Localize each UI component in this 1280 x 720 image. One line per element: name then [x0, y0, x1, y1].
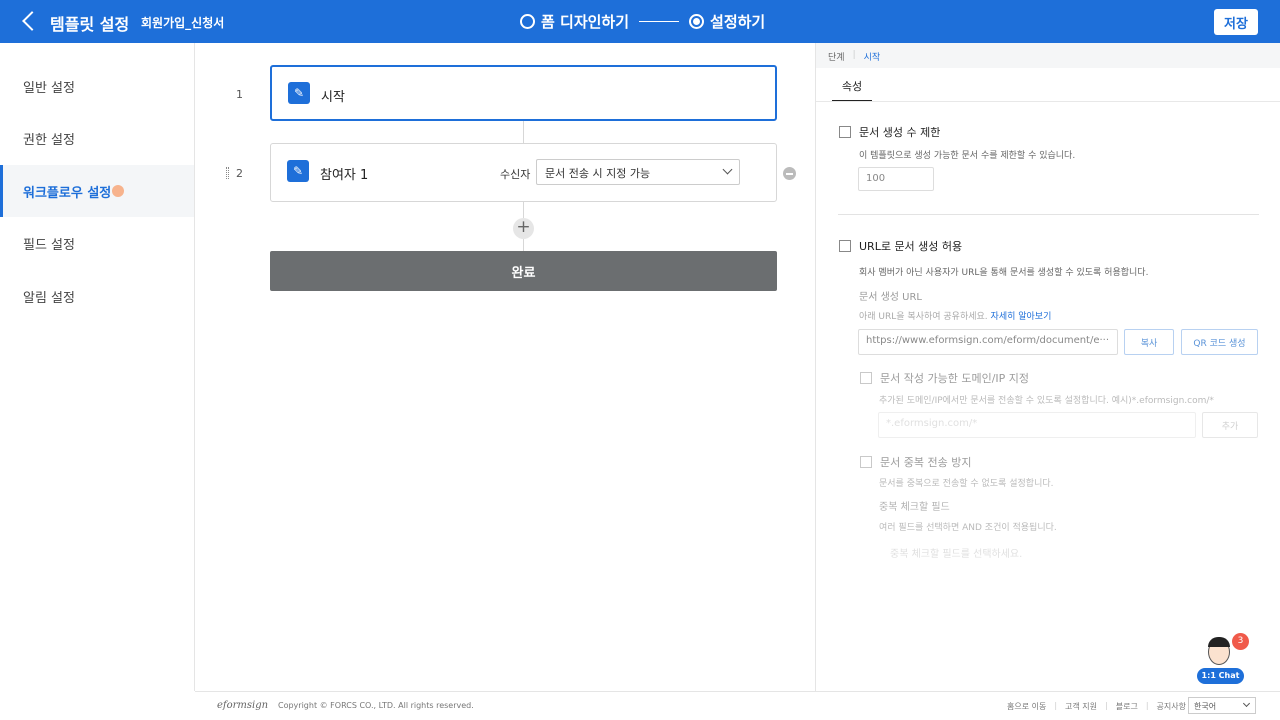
document-url-input[interactable]: https://www.eformsign.com/eform/document…: [858, 329, 1118, 355]
breadcrumb: 단계 | 시작: [816, 43, 1280, 68]
chevron-down-icon: [1242, 699, 1251, 708]
qr-code-button[interactable]: QR 코드 생성: [1181, 329, 1258, 355]
pointer-cursor-icon: [112, 185, 125, 197]
footer-separator: |: [1145, 701, 1149, 710]
recipient-label: 수신자: [500, 168, 531, 181]
user-edit-icon: ✎: [287, 160, 309, 182]
recipient-select[interactable]: 문서 전송 시 지정 가능: [536, 159, 740, 185]
section-divider: [838, 214, 1259, 215]
breadcrumb-separator: |: [852, 50, 856, 60]
url-field-label: 문서 생성 URL: [859, 292, 922, 303]
save-button[interactable]: 저장: [1214, 9, 1258, 35]
step-number: 1: [236, 88, 243, 101]
footer-link-home[interactable]: 홈으로 이동: [1007, 701, 1046, 712]
sidebar-item-workflow[interactable]: 워크플로우 설정: [0, 165, 194, 217]
url-description: 회사 멤버가 아닌 사용자가 URL을 통해 문서를 생성할 수 있도록 허용합…: [859, 268, 1149, 278]
step-indicator: 폼 디자인하기 설정하기: [520, 11, 765, 32]
sidebar-item-label: 워크플로우 설정: [23, 185, 112, 201]
template-name: 회원가입_신청서: [141, 16, 225, 30]
chevron-down-icon: [722, 164, 733, 175]
sidebar-item-fields[interactable]: 필드 설정: [0, 217, 194, 269]
limit-label: 문서 생성 수 제한: [859, 126, 941, 139]
chat-label: 1:1 Chat: [1197, 668, 1244, 684]
footer-link-support[interactable]: 고객 지원: [1065, 701, 1097, 712]
step-label: 시작: [321, 90, 345, 105]
domain-input[interactable]: *.eformsign.com/*: [878, 412, 1196, 438]
sidebar-item-notifications[interactable]: 알림 설정: [0, 270, 194, 322]
drag-handle-icon[interactable]: [226, 167, 229, 179]
breadcrumb-item: 단계: [828, 53, 845, 63]
duplicate-label: 문서 중복 전송 방지: [880, 456, 972, 469]
step-form-design[interactable]: 폼 디자인하기: [520, 11, 629, 32]
page-title: 템플릿 설정: [50, 15, 130, 34]
step-settings[interactable]: 설정하기: [689, 11, 765, 32]
duplicate-description: 문서를 중복으로 전송할 수 없도록 설정합니다.: [879, 479, 1054, 489]
limit-option: 문서 생성 수 제한: [839, 124, 940, 140]
back-arrow-icon[interactable]: [18, 9, 40, 33]
sidebar-item-permissions[interactable]: 권한 설정: [0, 112, 194, 164]
duplicate-option: 문서 중복 전송 방지: [860, 454, 971, 470]
workflow-step-participant[interactable]: ✎ 참여자 1 수신자 문서 전송 시 지정 가능: [270, 143, 777, 202]
add-domain-button[interactable]: 추가: [1202, 412, 1258, 438]
language-value: 한국어: [1194, 702, 1217, 711]
footer-links: 홈으로 이동 | 고객 지원 | 블로그 | 공지사항: [1007, 701, 1186, 712]
copyright-text: Copyright © FORCS CO., LTD. All rights r…: [278, 701, 474, 710]
domain-label: 문서 작성 가능한 도메인/IP 지정: [880, 372, 1030, 385]
workflow-step-start[interactable]: ✎ 시작: [270, 65, 777, 121]
footer-link-blog[interactable]: 블로그: [1116, 701, 1138, 712]
sidebar-item-general[interactable]: 일반 설정: [0, 60, 194, 112]
learn-more-link[interactable]: 자세히 알아보기: [991, 312, 1052, 322]
chat-widget[interactable]: 1:1 Chat 3: [1197, 633, 1249, 685]
url-label: URL로 문서 생성 허용: [859, 240, 963, 253]
recipient-value: 문서 전송 시 지정 가능: [545, 167, 651, 180]
user-edit-icon: ✎: [288, 82, 310, 104]
duplicate-field-description: 여러 필드를 선택하면 AND 조건이 적용됩니다.: [879, 523, 1057, 533]
footer-separator: |: [1105, 701, 1108, 710]
top-bar: 템플릿 설정 회원가입_신청서 폼 디자인하기 설정하기 저장: [0, 0, 1280, 43]
step-label: 참여자 1: [320, 168, 369, 183]
chat-unread-badge: 3: [1232, 633, 1249, 650]
domain-description: 추가된 도메인/IP에서만 문서를 전송할 수 있도록 설정합니다. 예시)*.…: [879, 396, 1214, 406]
tab-properties[interactable]: 속성: [832, 76, 872, 102]
step-label: 폼 디자인하기: [541, 13, 630, 31]
sidebar-item-label: 알림 설정: [23, 290, 75, 306]
limit-count-input[interactable]: 100: [858, 167, 934, 191]
language-select[interactable]: 한국어: [1188, 697, 1256, 714]
footer-link-notice[interactable]: 공지사항: [1157, 701, 1186, 712]
footer: eformsign Copyright © FORCS CO., LTD. Al…: [195, 691, 1280, 720]
chat-avatar-hair: [1208, 637, 1230, 647]
duplicate-checkbox[interactable]: [860, 456, 872, 468]
url-option: URL로 문서 생성 허용: [839, 238, 962, 254]
eformsign-logo: eformsign: [217, 700, 269, 711]
step-connector: [639, 21, 680, 22]
complete-button[interactable]: 완료: [270, 251, 777, 291]
step-label: 설정하기: [710, 13, 766, 31]
step-connector: [523, 121, 524, 143]
step-number: 2: [236, 167, 243, 180]
limit-description: 이 템플릿으로 생성 가능한 문서 수를 제한할 수 있습니다.: [859, 151, 1076, 161]
limit-checkbox[interactable]: [839, 126, 851, 138]
domain-checkbox[interactable]: [860, 372, 872, 384]
radio-selected-icon: [689, 14, 705, 29]
duplicate-field-label: 중복 체크할 필드: [879, 502, 950, 513]
url-hint: 아래 URL을 복사하여 공유하세요. 자세히 알아보기: [859, 309, 1051, 322]
settings-sidebar: 일반 설정 권한 설정 워크플로우 설정 필드 설정 알림 설정: [0, 43, 195, 691]
url-hint-text: 아래 URL을 복사하여 공유하세요.: [859, 312, 988, 322]
url-checkbox[interactable]: [839, 240, 851, 252]
workflow-canvas: 1 ✎ 시작 2 ✎ 참여자 1 수신자 문서 전송 시 지정 가능 + 완료: [195, 43, 815, 691]
sidebar-item-label: 일반 설정: [23, 80, 75, 96]
tab-divider: [816, 101, 1280, 102]
domain-option: 문서 작성 가능한 도메인/IP 지정: [860, 370, 1029, 386]
sidebar-item-label: 필드 설정: [23, 237, 75, 253]
remove-step-button[interactable]: [783, 167, 796, 180]
duplicate-field-select[interactable]: 중복 체크할 필드를 선택하세요.: [878, 540, 1258, 566]
footer-separator: |: [1054, 701, 1058, 710]
breadcrumb-current: 시작: [863, 53, 881, 63]
copy-url-button[interactable]: 복사: [1124, 329, 1174, 355]
sidebar-item-label: 권한 설정: [23, 132, 75, 148]
add-step-button[interactable]: +: [513, 218, 534, 239]
radio-icon: [520, 14, 535, 29]
properties-panel: 단계 | 시작 속성 문서 생성 수 제한 이 템플릿으로 생성 가능한 문서 …: [815, 43, 1280, 691]
